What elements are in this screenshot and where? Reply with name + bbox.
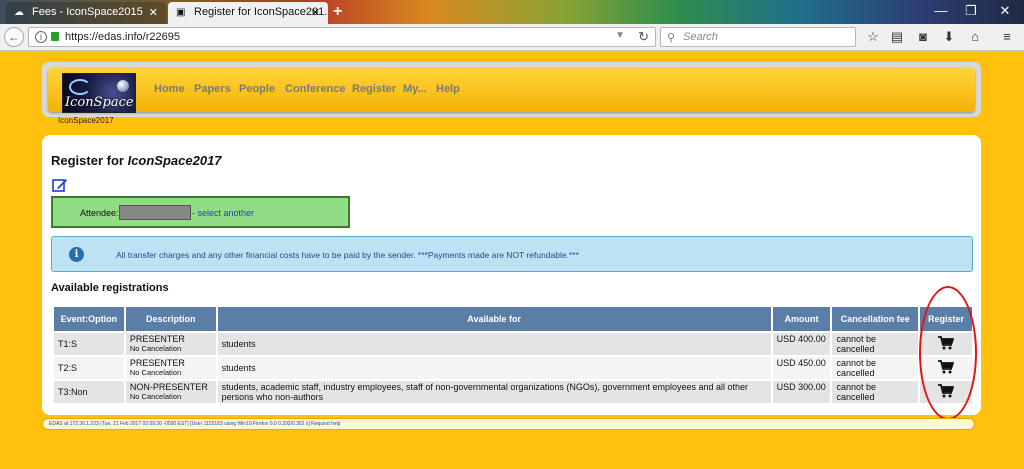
description-text: PRESENTER (129, 358, 185, 368)
available-for-cell: students (217, 333, 771, 355)
tab-favicon-icon: ☁ (14, 7, 24, 18)
tab-fees[interactable]: ☁ Fees - IconSpace2015 ✕ (6, 2, 166, 24)
header-amount: Amount (772, 307, 831, 331)
restore-icon[interactable]: ❐ (960, 3, 982, 19)
description-text: NON-PRESENTER (129, 382, 208, 392)
cancellation-cell: cannot be cancelled (832, 381, 919, 403)
site-logo[interactable]: IconSpace (62, 73, 136, 113)
menu-conference[interactable]: Conference (285, 83, 346, 95)
download-icon[interactable]: ⬇ (940, 29, 958, 45)
tab-label: Fees - IconSpace2015 (32, 6, 143, 18)
menu-icon[interactable]: ≡ (998, 29, 1016, 44)
menu-people[interactable]: People (239, 83, 275, 95)
logo-swirl-icon (69, 79, 91, 95)
new-tab-icon[interactable]: + (333, 3, 342, 21)
menu-home[interactable]: Home (154, 83, 185, 95)
annotation-circle (919, 286, 977, 420)
amount-cell: USD 300.00 (772, 381, 831, 403)
info-icon[interactable]: i (35, 31, 47, 43)
notice-text: All transfer charges and any other finan… (116, 250, 579, 260)
minimize-icon[interactable]: — (930, 3, 952, 18)
cancellation-cell: cannot be cancelled (832, 357, 919, 379)
select-another-link[interactable]: - select another (192, 208, 254, 218)
header-event-option: Event:Option (54, 307, 124, 331)
payment-notice: i All transfer charges and any other fin… (51, 236, 973, 272)
description-sub: No Cancelation (129, 344, 182, 353)
tab-favicon-icon: ▣ (176, 7, 186, 18)
logo-caption: IconSpace2017 (58, 116, 114, 125)
logo-planet-icon (117, 80, 129, 92)
section-heading: Available registrations (51, 282, 169, 294)
title-prefix: Register for (51, 153, 128, 168)
header-bar (48, 68, 975, 112)
close-tab-icon[interactable]: ✕ (311, 6, 320, 19)
description-cell: NON-PRESENTER No Cancelation (125, 381, 216, 403)
page-title: Register for IconSpace2017 (51, 153, 222, 168)
home-icon[interactable]: ⌂ (966, 29, 984, 44)
amount-cell: USD 400.00 (772, 333, 831, 355)
logo-text: IconSpace (65, 95, 134, 110)
attendee-name-redacted (119, 205, 191, 220)
description-sub: No Cancelation (129, 368, 182, 377)
table-row: T1:S PRESENTER No Cancelation students US… (54, 333, 972, 355)
amount-cell: USD 450.00 (772, 357, 831, 379)
table-row: T3:Non NON-PRESENTER No Cancelation stude… (54, 381, 972, 403)
table-row: T2:S PRESENTER No Cancelation students US… (54, 357, 972, 379)
menu-my[interactable]: My... (403, 83, 427, 95)
header-cancellation-fee: Cancellation fee (832, 307, 919, 331)
registrations-table: Event:Option Description Available for A… (52, 305, 974, 405)
available-for-cell: students, academic staff, industry emplo… (217, 381, 771, 403)
search-input[interactable]: ⚲ Search (660, 27, 856, 47)
url-text[interactable]: https://edas.info/r22695 (65, 31, 180, 43)
star-icon[interactable]: ☆ (864, 29, 882, 45)
header-available-for: Available for (217, 307, 771, 331)
menu-papers[interactable]: Papers (194, 83, 231, 95)
event-option-link[interactable]: T1:S (54, 333, 124, 355)
attendee-label: Attendee: (80, 208, 119, 218)
title-conference: IconSpace2017 (127, 153, 222, 168)
event-option-link[interactable]: T2:S (54, 357, 124, 379)
tab-label: Register for IconSpace201... (194, 6, 328, 18)
edit-icon[interactable] (52, 177, 68, 192)
table-header-row: Event:Option Description Available for A… (54, 307, 972, 331)
pocket-icon[interactable]: ◙ (914, 29, 932, 44)
close-tab-icon[interactable]: ✕ (149, 6, 158, 19)
page-footer: EDAS at 172.30.1.223 (Tue, 21 Feb 2017 0… (42, 418, 975, 430)
menu-register[interactable]: Register (352, 83, 396, 95)
reload-icon[interactable]: ↻ (638, 29, 649, 45)
search-icon: ⚲ (667, 32, 676, 44)
tab-register[interactable]: ▣ Register for IconSpace201... ✕ (168, 2, 328, 24)
reading-list-icon[interactable]: ▤ (888, 29, 906, 45)
menu-help[interactable]: Help (436, 83, 460, 95)
description-text: PRESENTER (129, 334, 185, 344)
search-placeholder: Search (683, 31, 718, 43)
available-for-cell: students (217, 357, 771, 379)
attendee-box: Attendee: - select another (51, 196, 350, 228)
description-cell: PRESENTER No Cancelation (125, 357, 216, 379)
description-cell: PRESENTER No Cancelation (125, 333, 216, 355)
info-icon: i (69, 247, 84, 262)
cancellation-cell: cannot be cancelled (832, 333, 919, 355)
back-icon[interactable]: ← (4, 27, 24, 47)
url-bar[interactable]: i https://edas.info/r22695 ▼ ↻ (28, 27, 656, 47)
description-sub: No Cancelation (129, 392, 182, 401)
dropdown-icon[interactable]: ▼ (615, 30, 625, 41)
close-window-icon[interactable]: ✕ (994, 3, 1016, 19)
event-option-link[interactable]: T3:Non (54, 381, 124, 403)
browser-titlebar: ☁ Fees - IconSpace2015 ✕ ▣ Register for … (0, 0, 1024, 24)
header-description: Description (125, 307, 216, 331)
lock-icon (51, 32, 59, 41)
navigation-toolbar: ← i https://edas.info/r22695 ▼ ↻ ⚲ Searc… (0, 24, 1024, 51)
